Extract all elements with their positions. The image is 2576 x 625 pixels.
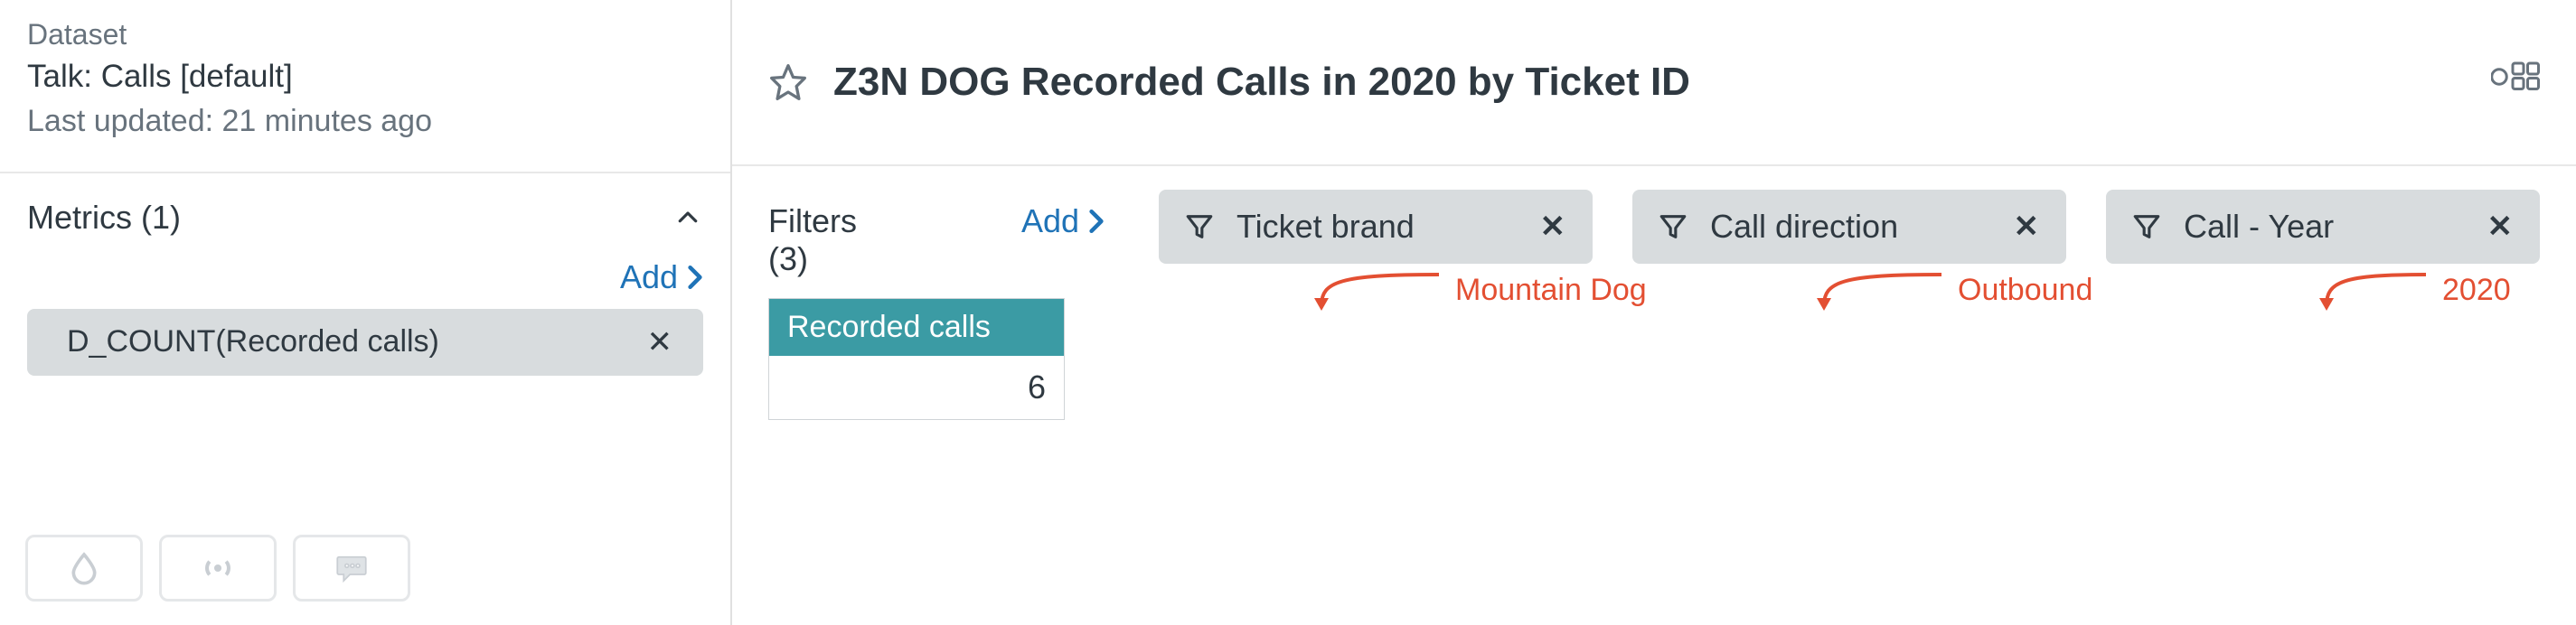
- result-value: 6: [769, 356, 1064, 419]
- metric-remove-button[interactable]: ✕: [640, 319, 681, 366]
- sidebar: Dataset Talk: Calls [default] Last updat…: [0, 0, 732, 625]
- filters-row: Filters (3) Add Ticket brand ✕ Cal: [732, 166, 2576, 278]
- result-cell: Recorded calls 6: [768, 298, 1065, 420]
- broadcast-icon: [198, 548, 238, 588]
- metrics-add-button[interactable]: Add: [620, 258, 703, 296]
- main: Z3N DOG Recorded Calls in 2020 by Ticket…: [732, 0, 2576, 625]
- chevron-up-icon[interactable]: [672, 202, 703, 233]
- filter-chip-label: Ticket brand: [1236, 208, 1509, 246]
- page-title: Z3N DOG Recorded Calls in 2020 by Ticket…: [833, 60, 2491, 105]
- result-header: Recorded calls: [769, 299, 1064, 356]
- filter-chip-remove[interactable]: ✕: [1531, 203, 1575, 250]
- drop-icon-button[interactable]: [25, 535, 143, 602]
- metrics-add-label: Add: [620, 258, 678, 296]
- sidebar-footer: [0, 511, 730, 625]
- filters-label: Filters (3): [768, 190, 877, 278]
- dataset-label: Dataset: [27, 16, 703, 54]
- filters-add-button[interactable]: Add: [1021, 190, 1105, 240]
- metrics-title: Metrics (1): [27, 199, 181, 237]
- comment-icon-button[interactable]: [293, 535, 410, 602]
- funnel-icon: [1184, 211, 1215, 242]
- drop-icon: [66, 550, 102, 586]
- filter-chip-remove[interactable]: ✕: [2478, 203, 2523, 250]
- title-bar: Z3N DOG Recorded Calls in 2020 by Ticket…: [732, 0, 2576, 166]
- filter-chips: Ticket brand ✕ Call direction ✕ Call - Y…: [1159, 190, 2540, 264]
- metrics-block: Metrics (1) Add D_COUNT(Recorded calls) …: [0, 173, 730, 511]
- filter-chip-label: Call - Year: [2184, 208, 2457, 246]
- layout-icon[interactable]: [2491, 61, 2534, 104]
- filter-chip-call-direction[interactable]: Call direction ✕: [1632, 190, 2066, 264]
- chevron-right-icon: [1088, 208, 1105, 235]
- dataset-block: Dataset Talk: Calls [default] Last updat…: [0, 0, 730, 173]
- filter-chip-remove[interactable]: ✕: [2005, 203, 2049, 250]
- filter-chip-label: Call direction: [1710, 208, 1983, 246]
- result-area: Recorded calls 6: [732, 278, 2576, 420]
- comment-icon: [333, 549, 371, 587]
- metric-pill[interactable]: D_COUNT(Recorded calls) ✕: [27, 309, 703, 376]
- filters-add-label: Add: [1021, 202, 1079, 240]
- funnel-icon: [2131, 211, 2162, 242]
- chevron-right-icon: [687, 264, 703, 291]
- funnel-icon: [1658, 211, 1688, 242]
- dataset-name: Talk: Calls [default]: [27, 54, 703, 100]
- filter-chip-call-year[interactable]: Call - Year ✕: [2106, 190, 2540, 264]
- metric-pill-label: D_COUNT(Recorded calls): [67, 324, 439, 359]
- star-icon[interactable]: [768, 62, 808, 102]
- filter-chip-ticket-brand[interactable]: Ticket brand ✕: [1159, 190, 1593, 264]
- dataset-updated: Last updated: 21 minutes ago: [27, 99, 703, 144]
- live-icon-button[interactable]: [159, 535, 277, 602]
